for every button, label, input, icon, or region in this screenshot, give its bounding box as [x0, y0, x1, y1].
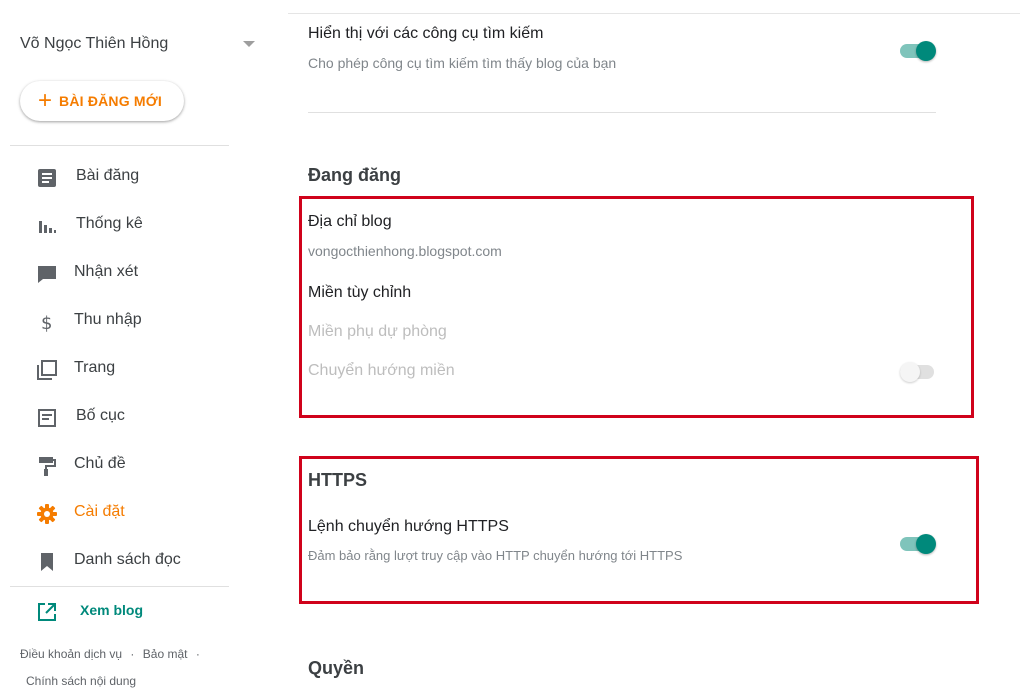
layout-icon	[36, 407, 58, 429]
sidebar-item-settings[interactable]: Cài đặt	[0, 489, 260, 537]
publishing-heading: Đang đăng	[308, 165, 401, 185]
sidebar-item-label: Nhận xét	[74, 263, 139, 280]
posts-icon	[36, 167, 58, 189]
open-in-new-icon	[36, 601, 58, 628]
sidebar-item-reading-list[interactable]: Danh sách đọc	[0, 537, 260, 585]
terms-link[interactable]: Điều khoản dịch vụ	[20, 647, 122, 661]
sidebar-item-label: Danh sách đọc	[74, 551, 181, 568]
dollar-icon: $	[36, 311, 58, 334]
sidebar-item-layout[interactable]: Bố cục	[0, 393, 260, 441]
sidebar-divider	[10, 145, 229, 146]
blog-name: Võ Ngọc Thiên Hồng	[20, 35, 169, 52]
view-blog-label: Xem blog	[80, 602, 144, 618]
sidebar-item-label: Bài đăng	[76, 167, 140, 184]
sidebar-item-label: Cài đặt	[74, 503, 125, 520]
pages-icon	[36, 359, 58, 381]
privacy-link[interactable]: Bảo mật	[143, 647, 188, 661]
search-engines-title: Hiển thị với các công cụ tìm kiếm	[308, 25, 544, 42]
footer-separator: ·	[130, 647, 135, 661]
gear-icon	[36, 503, 58, 525]
stats-icon	[36, 215, 58, 237]
section-divider	[308, 112, 936, 113]
highlight-box-https	[299, 456, 979, 604]
sidebar-item-comments[interactable]: Nhận xét	[0, 249, 260, 297]
sidebar-item-label: Trang	[74, 359, 116, 376]
sidebar-item-stats[interactable]: Thống kê	[0, 201, 260, 249]
sidebar-item-label: Chủ đề	[74, 455, 126, 472]
content-policy-link[interactable]: Chính sách nội dung	[26, 674, 136, 688]
sidebar-divider	[10, 586, 229, 587]
sidebar-nav: Bài đăng Thống kê Nhận xét $ Thu nhập Tr…	[0, 153, 260, 585]
sidebar: Võ Ngọc Thiên Hồng + BÀI ĐĂNG MỚI Bài đă…	[0, 0, 260, 699]
search-engines-toggle[interactable]	[900, 41, 936, 61]
permissions-heading: Quyền	[308, 658, 365, 678]
plus-icon: +	[38, 87, 53, 114]
sidebar-item-label: Thu nhập	[74, 311, 142, 328]
new-post-label: BÀI ĐĂNG MỚI	[59, 93, 163, 109]
sidebar-item-label: Thống kê	[76, 215, 143, 232]
sidebar-item-earnings[interactable]: $ Thu nhập	[0, 297, 260, 345]
dropdown-arrow-icon	[243, 41, 255, 47]
blog-selector[interactable]: Võ Ngọc Thiên Hồng	[20, 35, 260, 57]
comments-icon	[36, 263, 58, 285]
top-divider	[288, 13, 1020, 14]
footer-separator: ·	[195, 647, 200, 661]
paint-roller-icon	[36, 455, 58, 477]
new-post-button[interactable]: + BÀI ĐĂNG MỚI	[20, 81, 184, 121]
sidebar-item-label: Bố cục	[76, 407, 125, 424]
sidebar-item-theme[interactable]: Chủ đề	[0, 441, 260, 489]
sidebar-item-pages[interactable]: Trang	[0, 345, 260, 393]
sidebar-item-posts[interactable]: Bài đăng	[0, 153, 260, 201]
svg-text:$: $	[41, 313, 52, 333]
view-blog-link[interactable]: Xem blog	[36, 599, 236, 623]
bookmark-icon	[36, 551, 58, 573]
search-engines-description: Cho phép công cụ tìm kiếm tìm thấy blog …	[308, 55, 617, 71]
highlight-box-publishing	[299, 196, 974, 418]
footer-links: Điều khoản dịch vụ · Bảo mật · Chính sác…	[20, 641, 250, 695]
